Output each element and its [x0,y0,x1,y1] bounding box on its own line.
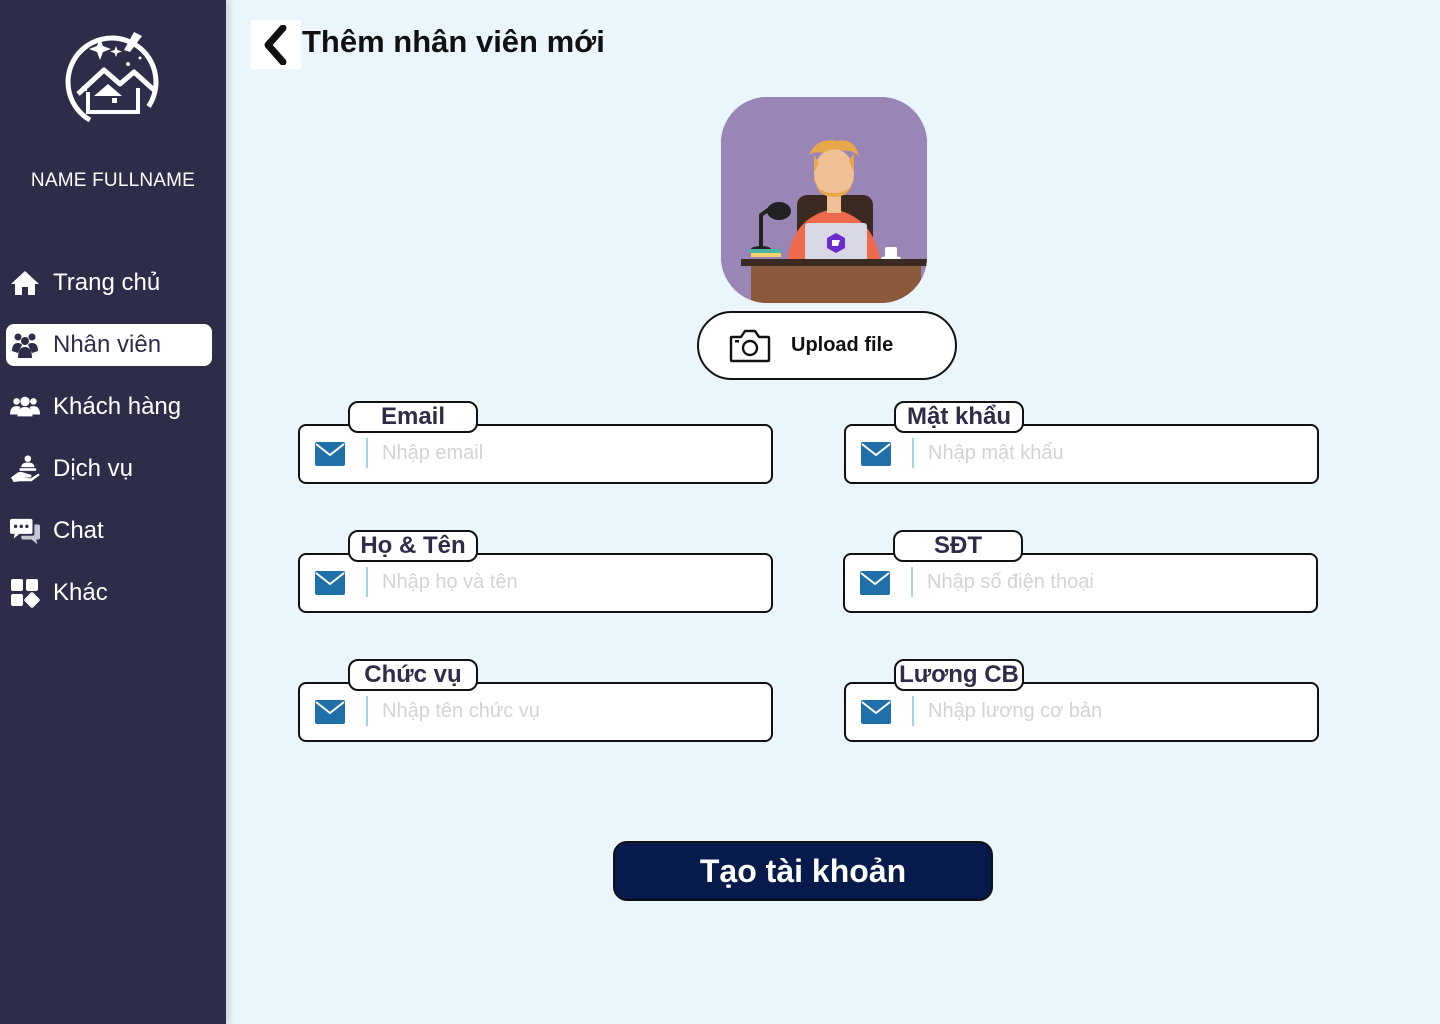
separator [911,567,913,597]
create-account-button[interactable]: Tạo tài khoản [613,841,993,901]
mail-icon [860,571,890,595]
mail-icon [315,571,345,595]
mail-icon [315,442,345,466]
salary-label: Lương CB [894,659,1024,691]
customers-icon [10,392,40,422]
mail-icon [315,700,345,724]
sidebar-item-label: Dịch vụ [53,455,134,482]
chat-icon [10,516,40,546]
sidebar-item-label: Trang chủ [53,269,161,296]
upload-file-label: Upload file [791,334,894,356]
sidebar: NAME FULLNAME Trang chủ Nhân viên Khách … [0,0,226,1024]
sidebar-item-label: Khách hàng [53,393,182,420]
password-input[interactable] [928,436,1298,470]
mail-icon [861,700,891,724]
separator [912,696,914,726]
user-name: NAME FULLNAME [30,170,196,191]
mail-icon [861,442,891,466]
sidebar-item-chat[interactable]: Chat [6,510,212,552]
sidebar-item-home[interactable]: Trang chủ [6,262,212,304]
sidebar-item-customers[interactable]: Khách hàng [6,386,212,428]
service-icon [10,454,40,484]
position-field: Chức vụ [298,659,773,742]
fullname-label: Họ & Tên [348,530,478,562]
avatar-image [721,97,927,303]
sidebar-item-employees[interactable]: Nhân viên [6,324,212,366]
back-button[interactable] [251,20,301,69]
separator [366,567,368,597]
email-input[interactable] [382,436,752,470]
sidebar-item-other[interactable]: Khác [6,572,212,614]
salary-field: Lương CB [844,659,1319,742]
position-input[interactable] [382,694,752,728]
camera-icon [729,329,771,362]
upload-file-button[interactable]: Upload file [697,311,957,380]
email-field: Email [298,401,773,484]
home-icon [10,268,40,298]
fullname-input[interactable] [382,565,752,599]
phone-input[interactable] [927,565,1297,599]
chevron-left-icon [264,24,287,65]
separator [366,696,368,726]
logo [65,32,159,129]
phone-label: SĐT [893,530,1023,562]
employee-illustration [721,97,927,303]
fullname-field: Họ & Tên [298,530,773,613]
page-title: Thêm nhân viên mới [302,24,605,59]
sidebar-item-label: Chat [53,517,104,544]
sidebar-item-label: Khác [53,579,108,606]
password-label: Mật khẩu [894,401,1024,433]
separator [912,438,914,468]
email-label: Email [348,401,478,433]
sidebar-item-services[interactable]: Dịch vụ [6,448,212,490]
phone-field: SĐT [843,530,1318,613]
employees-icon [10,330,40,360]
grid-icon [10,578,40,608]
separator [366,438,368,468]
sidebar-item-label: Nhân viên [53,331,162,358]
position-label: Chức vụ [348,659,478,691]
password-field: Mật khẩu [844,401,1319,484]
salary-input[interactable] [928,694,1298,728]
